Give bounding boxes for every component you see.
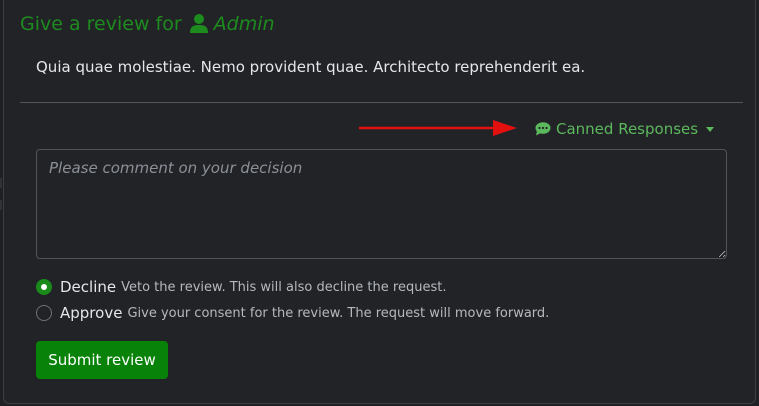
edge-mark xyxy=(0,200,2,210)
review-panel: Give a review for Admin Quia quae molest… xyxy=(3,0,756,404)
edge-mark xyxy=(0,178,2,188)
caret-down-icon xyxy=(706,126,715,132)
reviewer-name: Admin xyxy=(213,13,275,35)
decline-description: Veto the review. This will also decline … xyxy=(121,279,447,295)
decline-radio[interactable] xyxy=(36,279,52,295)
title-prefix: Give a review for xyxy=(20,13,182,35)
comment-textarea[interactable] xyxy=(36,149,727,259)
canned-responses-label: Canned Responses xyxy=(556,120,699,138)
decline-option[interactable]: Decline Veto the review. This will also … xyxy=(36,278,446,296)
approve-option[interactable]: Approve Give your consent for the review… xyxy=(36,304,549,322)
approve-label: Approve xyxy=(60,304,123,322)
chat-icon xyxy=(535,122,551,136)
user-icon xyxy=(189,14,208,33)
approve-radio[interactable] xyxy=(36,305,52,321)
canned-responses-dropdown[interactable]: Canned Responses xyxy=(535,120,715,138)
decline-label: Decline xyxy=(60,278,117,296)
submit-review-button[interactable]: Submit review xyxy=(36,341,168,379)
approve-description: Give your consent for the review. The re… xyxy=(127,305,550,321)
request-summary: Quia quae molestiae. Nemo provident quae… xyxy=(36,58,586,76)
divider xyxy=(20,102,743,103)
annotation-arrow-icon xyxy=(359,120,517,136)
review-title: Give a review for Admin xyxy=(20,13,275,35)
